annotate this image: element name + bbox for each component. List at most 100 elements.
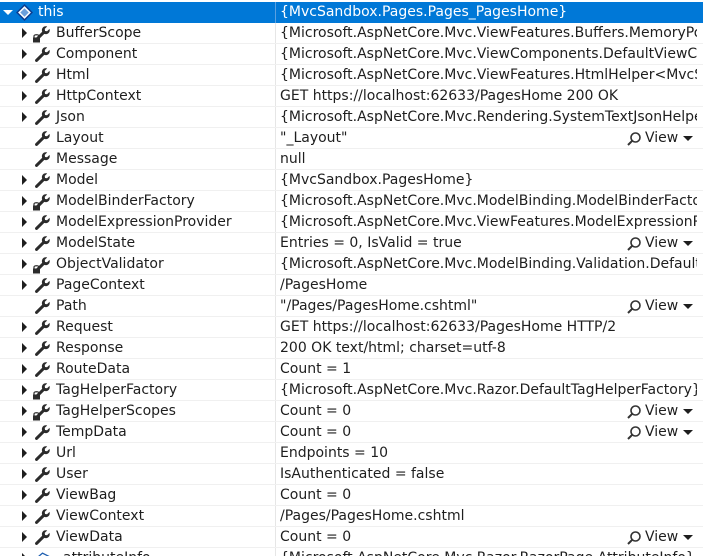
watch-row[interactable]: Request GET https://localhost:62633/Pages… <box>0 317 703 338</box>
watch-value[interactable]: {Microsoft.AspNetCore.Mvc.ViewComponents… <box>280 46 697 63</box>
watch-row[interactable]: ViewBag Count = 0 <box>0 485 703 506</box>
expand-arrow-icon[interactable] <box>22 280 27 290</box>
watch-value[interactable]: "_Layout" <box>280 130 620 147</box>
view-visualizer-button[interactable]: View <box>626 528 696 547</box>
dropdown-caret-icon[interactable] <box>683 136 694 141</box>
watch-value[interactable]: IsAuthenticated = false <box>280 466 697 483</box>
expand-arrow-icon[interactable] <box>22 217 27 227</box>
expand-arrow-icon[interactable] <box>22 175 27 185</box>
watch-row[interactable]: Url Endpoints = 10 <box>0 443 703 464</box>
column-divider <box>275 128 276 149</box>
watch-value[interactable]: {Microsoft.AspNetCore.Mvc.Razor.DefaultT… <box>280 382 697 399</box>
watch-row[interactable]: TagHelperFactory {Microsoft.AspNetCore.Mv… <box>0 380 703 401</box>
watch-value[interactable]: Count = 1 <box>280 361 697 378</box>
watch-value[interactable]: {Microsoft.AspNetCore.Mvc.Razor.RazorPag… <box>280 550 697 556</box>
watch-row[interactable]: RouteData Count = 1 <box>0 359 703 380</box>
watch-row[interactable]: Response 200 OK text/html; charset=utf-8 <box>0 338 703 359</box>
watch-row[interactable]: Path "/Pages/PagesHome.cshtml" View <box>0 296 703 317</box>
watch-row[interactable]: ModelState Entries = 0, IsValid = true Vie… <box>0 233 703 254</box>
expand-arrow-icon[interactable] <box>22 469 27 479</box>
collapse-arrow-icon[interactable] <box>3 10 13 15</box>
watch-row[interactable]: ViewContext/Pages/PagesHome.cshtml <box>0 506 703 527</box>
watch-value[interactable]: GET https://localhost:62633/PagesHome HT… <box>280 319 697 336</box>
watch-value[interactable]: "/Pages/PagesHome.cshtml" <box>280 298 620 315</box>
view-visualizer-button[interactable]: View <box>626 129 696 148</box>
expand-arrow-icon[interactable] <box>22 448 27 458</box>
watch-row[interactable]: Model {MvcSandbox.PagesHome} <box>0 170 703 191</box>
watch-row[interactable]: _attributeInfo {Microsoft.AspNetCore.Mvc.… <box>0 548 703 556</box>
view-visualizer-button[interactable]: View <box>626 297 696 316</box>
view-label: View <box>645 424 679 440</box>
watch-row[interactable]: BufferScope {Microsoft.AspNetCore.Mvc.Vie… <box>0 23 703 44</box>
view-visualizer-button[interactable]: View <box>626 423 696 442</box>
expand-arrow-icon[interactable] <box>22 406 27 416</box>
watch-row[interactable]: ModelBinderFactory {Microsoft.AspNetCore.… <box>0 191 703 212</box>
watch-row[interactable]: ViewData Count = 0 View <box>0 527 703 548</box>
expand-arrow-icon[interactable] <box>22 28 27 38</box>
dropdown-caret-icon[interactable] <box>683 241 694 246</box>
view-visualizer-button[interactable]: View <box>626 234 696 253</box>
watch-row[interactable]: ObjectValidator {Microsoft.AspNetCore.Mvc… <box>0 254 703 275</box>
watch-row[interactable]: ModelExpressionProvider {Microsoft.AspNet… <box>0 212 703 233</box>
watch-row[interactable]: Component {Microsoft.AspNetCore.Mvc.ViewC… <box>0 44 703 65</box>
watch-value[interactable]: {Microsoft.AspNetCore.Mvc.ViewFeatures.M… <box>280 214 697 231</box>
watch-value[interactable]: {Microsoft.AspNetCore.Mvc.ViewFeatures.H… <box>280 67 697 84</box>
dropdown-caret-icon[interactable] <box>683 304 694 309</box>
watch-value[interactable]: /Pages/PagesHome.cshtml <box>280 508 697 525</box>
expand-arrow-icon[interactable] <box>22 49 27 59</box>
dropdown-caret-icon[interactable] <box>683 430 694 435</box>
wrench-icon <box>34 445 51 462</box>
column-divider <box>275 212 276 233</box>
watch-value[interactable]: Count = 0 <box>280 529 620 546</box>
watch-value[interactable]: Endpoints = 10 <box>280 445 697 462</box>
column-divider <box>275 86 276 107</box>
expand-arrow-icon[interactable] <box>22 196 27 206</box>
watch-value[interactable]: {Microsoft.AspNetCore.Mvc.ModelBinding.V… <box>280 256 697 273</box>
expand-arrow-icon[interactable] <box>22 532 27 542</box>
watch-row[interactable]: Json {Microsoft.AspNetCore.Mvc.Rendering.… <box>0 107 703 128</box>
watch-value[interactable]: Count = 0 <box>280 487 697 504</box>
expand-arrow-icon[interactable] <box>22 511 27 521</box>
watch-row[interactable]: HttpContext GET https://localhost:62633/P… <box>0 86 703 107</box>
watch-row[interactable]: PageContext/PagesHome <box>0 275 703 296</box>
view-label: View <box>645 529 679 545</box>
expand-arrow-icon[interactable] <box>22 238 27 248</box>
watch-row[interactable]: TagHelperScopes Count = 0 View <box>0 401 703 422</box>
dropdown-caret-icon[interactable] <box>683 535 694 540</box>
watch-value[interactable]: {MvcSandbox.PagesHome} <box>280 172 697 189</box>
view-visualizer-button[interactable]: View <box>626 402 696 421</box>
wrench-icon <box>34 130 51 147</box>
watch-value[interactable]: Count = 0 <box>280 403 620 420</box>
watch-row[interactable]: TempData Count = 0 View <box>0 422 703 443</box>
expand-arrow-icon[interactable] <box>22 490 27 500</box>
expand-arrow-icon[interactable] <box>22 343 27 353</box>
expand-arrow-icon[interactable] <box>22 91 27 101</box>
expand-arrow-icon[interactable] <box>22 70 27 80</box>
watch-value[interactable]: /PagesHome <box>280 277 697 294</box>
watch-row[interactable]: Html {Microsoft.AspNetCore.Mvc.ViewFeatur… <box>0 65 703 86</box>
watch-value[interactable]: {Microsoft.AspNetCore.Mvc.ViewFeatures.B… <box>280 25 697 42</box>
watch-value[interactable]: {Microsoft.AspNetCore.Mvc.Rendering.Syst… <box>280 109 697 126</box>
watch-value[interactable]: 200 OK text/html; charset=utf-8 <box>280 340 697 357</box>
watch-value[interactable]: null <box>280 151 697 168</box>
expand-arrow-icon[interactable] <box>22 385 27 395</box>
watch-row[interactable]: this {MvcSandbox.Pages.Pages_PagesHome} <box>0 2 703 23</box>
expand-arrow-icon[interactable] <box>22 112 27 122</box>
watch-name: ModelExpressionProvider <box>56 214 232 230</box>
watch-row[interactable]: Message null <box>0 149 703 170</box>
watch-name: ObjectValidator <box>56 256 164 272</box>
watch-row[interactable]: Layout "_Layout" View <box>0 128 703 149</box>
watch-value[interactable]: Count = 0 <box>280 424 620 441</box>
watch-value[interactable]: {Microsoft.AspNetCore.Mvc.ModelBinding.M… <box>280 193 697 210</box>
expand-arrow-icon[interactable] <box>22 259 27 269</box>
watch-value[interactable]: GET https://localhost:62633/PagesHome 20… <box>280 88 697 105</box>
expand-arrow-icon[interactable] <box>22 322 27 332</box>
lock-icon <box>32 199 41 211</box>
dropdown-caret-icon[interactable] <box>683 409 694 414</box>
watch-value[interactable]: Entries = 0, IsValid = true <box>280 235 620 252</box>
watch-row[interactable]: User IsAuthenticated = false <box>0 464 703 485</box>
watch-value[interactable]: {MvcSandbox.Pages.Pages_PagesHome} <box>280 4 697 21</box>
class-icon <box>16 4 33 21</box>
expand-arrow-icon[interactable] <box>22 364 27 374</box>
expand-arrow-icon[interactable] <box>22 427 27 437</box>
